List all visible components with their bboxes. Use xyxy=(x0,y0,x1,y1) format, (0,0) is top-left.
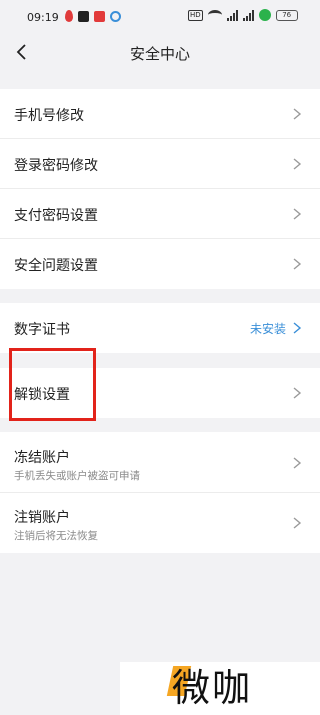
signal-icon xyxy=(226,9,238,21)
list-item-subtitle: 手机丢失或账户被盗可申请 xyxy=(14,470,140,482)
status-time: 09:19 xyxy=(27,11,59,24)
signal-icon xyxy=(242,9,254,21)
status-text: 未安装 xyxy=(249,322,286,336)
chevron-right-icon xyxy=(293,158,302,170)
charging-icon xyxy=(258,9,271,21)
list-item-label: 支付密码设置 xyxy=(14,208,98,224)
chevron-right-icon xyxy=(293,108,302,120)
page-title: 安全中心 xyxy=(129,45,190,63)
chevron-right-icon xyxy=(293,208,302,220)
system-icons: HD 76 xyxy=(188,9,298,21)
wifi-icon xyxy=(207,10,222,20)
unlock-group: 解锁设置 xyxy=(0,368,320,418)
app-notification-icon xyxy=(110,10,121,22)
list-item-label: 冻结账户 xyxy=(14,450,70,466)
account-security-group: 手机号修改 登录密码修改 支付密码设置 安全问题设置 xyxy=(0,89,320,289)
list-item-freeze-account[interactable]: 冻结账户 手机丢失或账户被盗可申请 xyxy=(0,432,320,493)
account-management-group: 冻结账户 手机丢失或账户被盗可申请 注销账户 注销后将无法恢复 xyxy=(0,432,320,553)
certificate-group: 数字证书 未安装 xyxy=(0,303,320,353)
watermark-text: 微咖 xyxy=(172,666,253,710)
hd-icon: HD xyxy=(188,9,203,21)
list-item-login-password[interactable]: 登录密码修改 xyxy=(0,139,320,189)
notification-icons xyxy=(65,10,121,22)
list-item-payment-password[interactable]: 支付密码设置 xyxy=(0,189,320,239)
battery-icon: 76 xyxy=(275,9,298,21)
chevron-right-icon xyxy=(293,387,302,399)
list-item-label: 解锁设置 xyxy=(14,387,70,403)
list-item-label: 数字证书 xyxy=(14,322,70,338)
chevron-right-icon xyxy=(293,517,302,529)
status-bar: 09:19 HD 76 xyxy=(0,0,320,32)
chevron-right-icon xyxy=(293,258,302,270)
chevron-right-icon xyxy=(293,457,302,469)
list-item-unlock-settings[interactable]: 解锁设置 xyxy=(0,368,320,418)
list-item-subtitle: 注销后将无法恢复 xyxy=(14,530,98,542)
list-item-phone-change[interactable]: 手机号修改 xyxy=(0,89,320,139)
watermark-logo: 微咖 xyxy=(120,662,320,715)
list-item-label: 注销账户 xyxy=(14,510,70,526)
app-notification-icon xyxy=(94,10,105,22)
list-item-label: 登录密码修改 xyxy=(14,158,98,174)
location-pin-icon xyxy=(65,10,73,22)
title-bar: 安全中心 xyxy=(0,32,320,72)
list-item-label: 手机号修改 xyxy=(14,108,84,124)
list-item-security-question[interactable]: 安全问题设置 xyxy=(0,239,320,289)
app-notification-icon xyxy=(78,10,89,22)
list-item-digital-certificate[interactable]: 数字证书 未安装 xyxy=(0,303,320,353)
list-item-cancel-account[interactable]: 注销账户 注销后将无法恢复 xyxy=(0,493,320,553)
list-item-label: 安全问题设置 xyxy=(14,258,98,274)
chevron-right-icon xyxy=(293,322,302,334)
